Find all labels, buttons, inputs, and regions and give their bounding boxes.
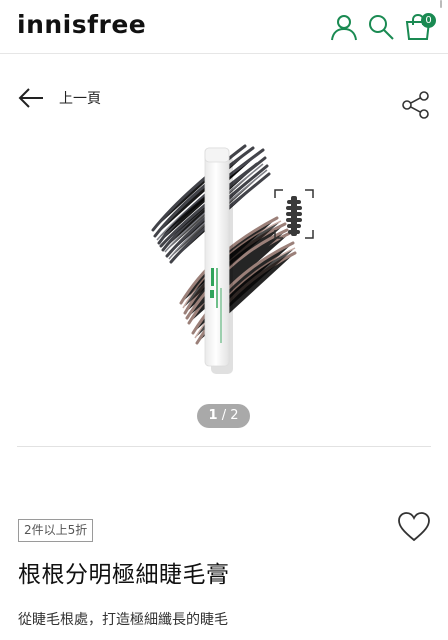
brand-logo[interactable]: innisfree xyxy=(17,10,146,39)
cart-count-badge: 0 xyxy=(421,13,436,28)
search-icon[interactable] xyxy=(366,12,396,42)
back-button[interactable]: 上一頁 xyxy=(18,86,101,110)
image-pager: 1 / 2 xyxy=(197,404,250,428)
share-icon[interactable] xyxy=(400,89,432,121)
pager-current: 1 xyxy=(208,408,218,423)
arrow-left-icon xyxy=(18,88,43,108)
wishlist-heart-icon[interactable] xyxy=(397,511,431,543)
product-description: 從睫毛根處，打造極細纖長的睫毛 xyxy=(18,612,228,628)
section-divider xyxy=(17,446,431,447)
pager-separator: / xyxy=(221,408,227,423)
product-image[interactable] xyxy=(145,138,330,383)
promo-tag: 2件以上5折 xyxy=(18,519,94,542)
product-title: 根根分明極細睫毛膏 xyxy=(18,562,230,588)
pager-total: 2 xyxy=(230,408,239,423)
back-label: 上一頁 xyxy=(59,91,101,107)
scrollbar[interactable] xyxy=(440,0,442,8)
site-header: innisfree 0 xyxy=(0,0,448,54)
account-icon[interactable] xyxy=(329,12,359,42)
